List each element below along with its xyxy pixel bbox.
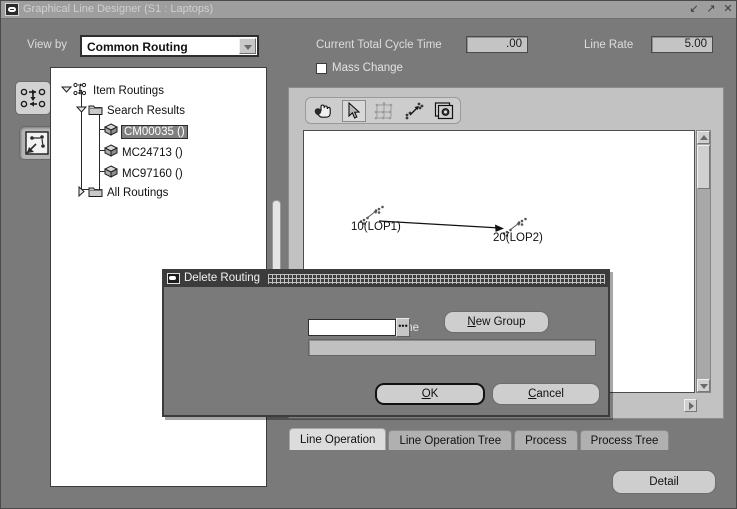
tree-item-label: All Routings [107, 187, 169, 199]
tab-line-operation[interactable]: Line Operation [289, 428, 387, 450]
scroll-thumb[interactable] [697, 145, 710, 189]
tree-item-label: CM00035 () [121, 124, 188, 139]
tree-item-all-routings[interactable]: All Routings [76, 185, 169, 201]
mass-change-label: Mass Change [332, 62, 403, 74]
tree-item-item-routings[interactable]: Item Routings [60, 82, 165, 99]
new-group-mnemonic: N [467, 316, 476, 328]
tree-item-label: Item Routings [93, 84, 164, 97]
application-window: Graphical Line Designer (S1 : Laptops) ↙… [0, 0, 737, 509]
routing-cube-icon [103, 123, 119, 140]
view-by-select[interactable]: Common Routing [80, 35, 259, 57]
scroll-down-button[interactable] [697, 379, 710, 392]
cancel-button[interactable]: Cancel [492, 383, 600, 405]
new-group-label-rest: ew Group [475, 316, 526, 328]
dialog-window-icon [167, 273, 180, 284]
maximize-button[interactable]: ↗ [705, 3, 717, 16]
tree-item-label: MC97160 () [122, 167, 183, 180]
name-lov-button[interactable]: ••• [396, 318, 410, 337]
tab-process-tree[interactable]: Process Tree [579, 430, 670, 450]
collapse-handle-icon[interactable] [75, 104, 88, 118]
dialog-title: Delete Routing [184, 272, 261, 284]
scroll-up-button[interactable] [697, 131, 710, 144]
network-tool[interactable] [372, 100, 396, 122]
diagram-node-label-10[interactable]: 10(LOP1) [351, 221, 401, 233]
select-tool[interactable] [342, 99, 366, 122]
window-title: Graphical Line Designer (S1 : Laptops) [23, 3, 214, 15]
minimize-button[interactable]: ↙ [688, 3, 700, 16]
current-total-cycle-time-label: Current Total Cycle Time [316, 39, 442, 51]
chevron-down-icon[interactable] [239, 38, 256, 54]
routing-cube-icon [103, 144, 119, 161]
diagram-edge-arrowhead [495, 224, 504, 232]
tree-item-search-results[interactable]: Search Results [75, 103, 186, 119]
current-total-cycle-time-field[interactable]: .00 [466, 36, 528, 53]
diagram-toolbar [305, 97, 461, 124]
ok-label-rest: K [430, 388, 439, 400]
canvas-vertical-scrollbar[interactable] [696, 130, 711, 393]
diagram-node-label-20[interactable]: 20(LOP2) [493, 232, 543, 244]
folder-icon [88, 103, 103, 119]
tree-item-label: MC24713 () [122, 146, 183, 159]
detail-button[interactable]: Detail [612, 470, 716, 494]
mass-change-checkbox-row[interactable]: Mass Change [316, 62, 403, 74]
arrow-cursor-icon [348, 101, 361, 119]
ok-mnemonic: O [421, 388, 431, 400]
dialog-titlebar[interactable]: Delete Routing [164, 271, 608, 287]
item-routings-icon [73, 82, 89, 99]
tab-process[interactable]: Process [514, 430, 578, 450]
snapshot-icon [434, 102, 454, 120]
line-rate-label: Line Rate [584, 39, 634, 51]
arrange-nodes-icon [20, 88, 46, 108]
tree-item-label: Search Results [107, 105, 185, 117]
line-rate-field[interactable]: 5.00 [651, 36, 713, 53]
connect-tool[interactable] [402, 100, 426, 122]
tree-item-mc24713[interactable]: MC24713 () [103, 144, 184, 161]
snapshot-tool[interactable] [432, 100, 456, 122]
description-input[interactable] [308, 339, 596, 356]
collapse-handle-icon[interactable] [60, 84, 73, 98]
new-group-button[interactable]: New Group [444, 311, 549, 333]
expand-handle-icon[interactable] [76, 185, 88, 200]
routing-cube-icon [103, 165, 119, 182]
network-grid-icon [374, 101, 393, 119]
pan-hand-tool[interactable] [312, 100, 336, 122]
hand-icon [314, 103, 331, 118]
connect-nodes-icon [405, 102, 424, 119]
view-by-label: View by [27, 39, 68, 51]
name-input[interactable] [308, 319, 396, 336]
close-button[interactable]: ✕ [722, 3, 734, 16]
scroll-right-button[interactable] [684, 399, 697, 412]
view-by-value: Common Routing [87, 40, 188, 54]
tree-item-cm00035[interactable]: CM00035 () [103, 123, 188, 140]
folder-icon [88, 185, 103, 201]
cancel-mnemonic: C [528, 388, 537, 400]
dialog-drag-grip[interactable] [268, 274, 605, 284]
delete-routing-dialog: Delete Routing Name ••• Description New … [162, 269, 610, 417]
oracle-forms-icon [5, 3, 19, 16]
cancel-label-rest: ancel [536, 388, 564, 400]
ok-button[interactable]: OK [375, 383, 485, 405]
mass-change-checkbox[interactable] [316, 62, 327, 74]
window-titlebar: Graphical Line Designer (S1 : Laptops) ↙… [1, 1, 736, 19]
diagram-layout-icon [25, 131, 49, 155]
window-controls: ↙ ↗ ✕ [688, 3, 734, 16]
tree-item-mc97160[interactable]: MC97160 () [103, 165, 184, 182]
tab-strip: Line Operation Line Operation Tree Proce… [289, 428, 670, 450]
arrange-nodes-button[interactable] [15, 81, 51, 115]
tab-line-operation-tree[interactable]: Line Operation Tree [388, 430, 513, 450]
